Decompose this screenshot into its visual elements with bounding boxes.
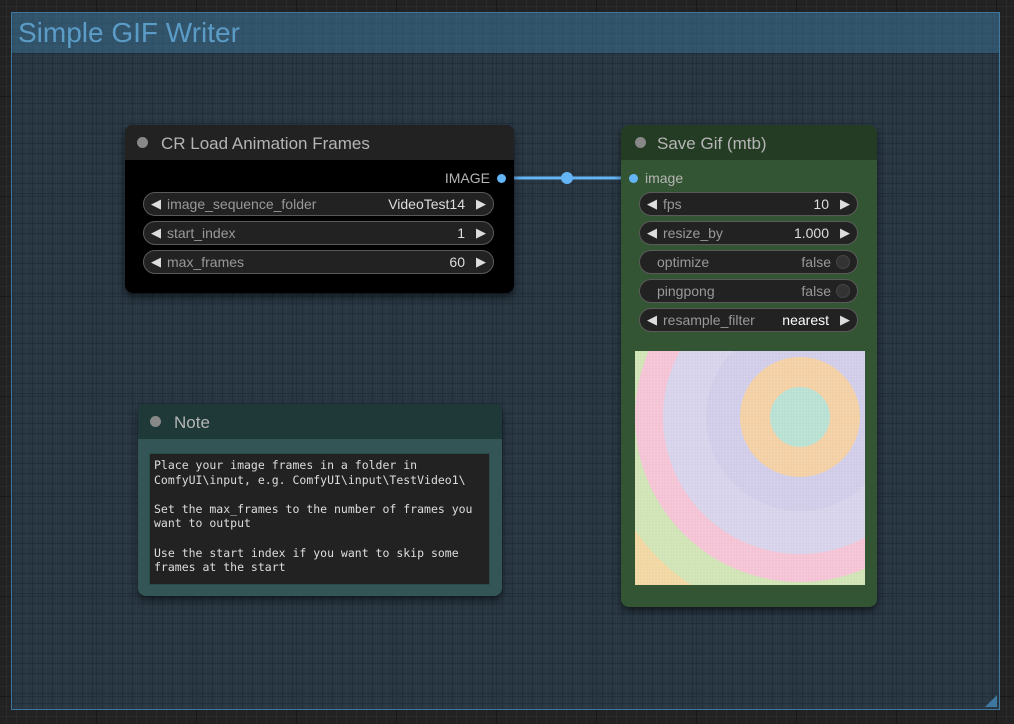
decrement-arrow-icon[interactable]: ◀: [151, 225, 161, 241]
widget-value: 60: [449, 254, 465, 270]
widget-resample-filter[interactable]: ◀ resample_filter nearest ▶: [639, 308, 858, 332]
note-textarea[interactable]: Place your image frames in a folder in C…: [149, 453, 490, 585]
gif-preview-image: [635, 351, 865, 585]
increment-arrow-icon[interactable]: ▶: [476, 225, 486, 241]
toggle-knob-icon[interactable]: [836, 284, 850, 298]
widget-name: resize_by: [663, 225, 723, 241]
widget-value: false: [801, 283, 831, 299]
node-note[interactable]: Note Place your image frames in a folder…: [138, 404, 502, 596]
group-title: Simple GIF Writer: [18, 17, 240, 48]
widget-name: start_index: [167, 225, 236, 241]
widget-name: image_sequence_folder: [167, 196, 317, 212]
node-title: CR Load Animation Frames: [161, 134, 370, 153]
node-title-bar[interactable]: CR Load Animation Frames: [125, 125, 514, 160]
widget-value: nearest: [782, 312, 829, 328]
widget-value: false: [801, 254, 831, 270]
output-label-image: IMAGE: [444, 170, 490, 186]
widget-value: 10: [813, 196, 829, 212]
group-header[interactable]: Simple GIF Writer: [12, 13, 999, 53]
decrement-arrow-icon[interactable]: ◀: [647, 312, 657, 328]
widget-max-frames[interactable]: ◀ max_frames 60 ▶: [143, 250, 494, 274]
widget-value: 1.000: [793, 225, 829, 241]
increment-arrow-icon[interactable]: ▶: [840, 312, 850, 328]
widget-fps[interactable]: ◀ fps 10 ▶: [639, 192, 858, 216]
widget-name: fps: [663, 196, 682, 212]
widget-start-index[interactable]: ◀ start_index 1 ▶: [143, 221, 494, 245]
toggle-knob-icon[interactable]: [836, 255, 850, 269]
decrement-arrow-icon[interactable]: ◀: [647, 196, 657, 212]
collapse-dot-icon[interactable]: [150, 416, 161, 427]
widget-value: 1: [457, 225, 465, 241]
decrement-arrow-icon[interactable]: ◀: [647, 225, 657, 241]
widget-resize-by[interactable]: ◀ resize_by 1.000 ▶: [639, 221, 858, 245]
input-slot-image[interactable]: [629, 174, 638, 183]
widget-value: VideoTest14: [388, 196, 465, 212]
widget-name: max_frames: [167, 254, 245, 270]
decrement-arrow-icon[interactable]: ◀: [151, 196, 161, 212]
node-title: Save Gif (mtb): [657, 134, 767, 153]
widget-pingpong-toggle[interactable]: pingpong false: [639, 279, 858, 303]
widget-optimize-toggle[interactable]: optimize false: [639, 250, 858, 274]
widget-name: optimize: [657, 254, 710, 270]
widget-image-sequence-folder[interactable]: ◀ image_sequence_folder VideoTest14 ▶: [143, 192, 494, 216]
collapse-dot-icon[interactable]: [137, 137, 148, 148]
widget-name: pingpong: [657, 283, 715, 299]
increment-arrow-icon[interactable]: ▶: [476, 254, 486, 270]
node-title: Note: [174, 413, 210, 432]
increment-arrow-icon[interactable]: ▶: [840, 196, 850, 212]
group-resize-handle[interactable]: [985, 695, 997, 707]
node-title-bar[interactable]: Note: [138, 404, 502, 439]
increment-arrow-icon[interactable]: ▶: [476, 196, 486, 212]
preview-dither-overlay: [635, 351, 865, 585]
input-label-image: image: [645, 170, 684, 186]
node-cr-load-animation-frames[interactable]: CR Load Animation Frames IMAGE ◀ image_s…: [125, 125, 514, 293]
widget-name: resample_filter: [663, 312, 755, 328]
increment-arrow-icon[interactable]: ▶: [840, 225, 850, 241]
collapse-dot-icon[interactable]: [635, 137, 646, 148]
decrement-arrow-icon[interactable]: ◀: [151, 254, 161, 270]
node-save-gif[interactable]: Save Gif (mtb) image ◀ fps 10 ▶ ◀ resize…: [621, 125, 877, 607]
output-slot-image[interactable]: [497, 174, 506, 183]
node-title-bar[interactable]: Save Gif (mtb): [621, 125, 877, 160]
